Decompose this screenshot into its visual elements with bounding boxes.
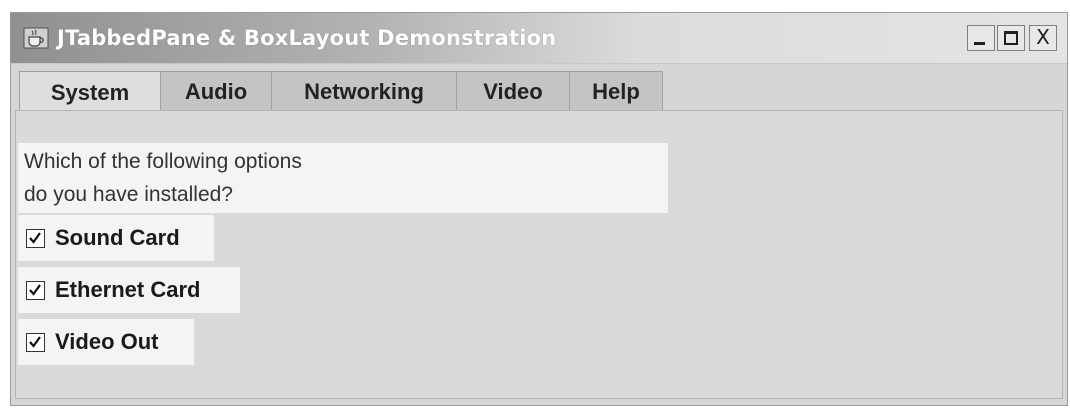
tab-bar: System Audio Networking Video Help (19, 71, 663, 113)
window-title: JTabbedPane & BoxLayout Demonstration (57, 26, 557, 50)
sound-card-checkbox[interactable]: Sound Card (18, 215, 214, 261)
tab-video[interactable]: Video (456, 71, 570, 111)
checkbox-label: Video Out (55, 329, 159, 354)
question-line-1: Which of the following options (24, 150, 302, 173)
tab-networking[interactable]: Networking (271, 71, 457, 111)
checkbox-checked-icon (26, 332, 45, 352)
tab-label: Networking (304, 78, 424, 104)
tab-label: Video (483, 78, 543, 104)
tab-label: Audio (184, 78, 248, 104)
tab-label: Help (592, 78, 640, 104)
tab-help[interactable]: Help (569, 71, 663, 111)
application-window: JTabbedPane & BoxLayout Demonstration X … (10, 12, 1068, 406)
tab-system[interactable]: System (19, 71, 161, 113)
question-label: Which of the following options do you ha… (18, 143, 668, 213)
minimize-icon (974, 42, 985, 45)
close-icon: X (1036, 25, 1050, 49)
checkbox-checked-icon (26, 228, 45, 248)
tab-content-panel: Which of the following options do you ha… (15, 110, 1063, 399)
close-button[interactable]: X (1029, 25, 1057, 51)
question-line-2: do you have installed? (24, 183, 233, 206)
tab-audio[interactable]: Audio (160, 71, 272, 111)
maximize-button[interactable] (997, 25, 1025, 51)
maximize-icon (1004, 31, 1018, 45)
video-out-checkbox[interactable]: Video Out (18, 319, 194, 365)
minimize-button[interactable] (967, 25, 995, 51)
checkbox-label: Sound Card (55, 225, 180, 250)
title-bar[interactable]: JTabbedPane & BoxLayout Demonstration X (11, 13, 1067, 64)
tab-label: System (50, 79, 130, 105)
checkbox-checked-icon (26, 280, 45, 300)
checkbox-label: Ethernet Card (55, 277, 201, 302)
ethernet-card-checkbox[interactable]: Ethernet Card (18, 267, 240, 313)
java-cup-icon (23, 27, 49, 49)
